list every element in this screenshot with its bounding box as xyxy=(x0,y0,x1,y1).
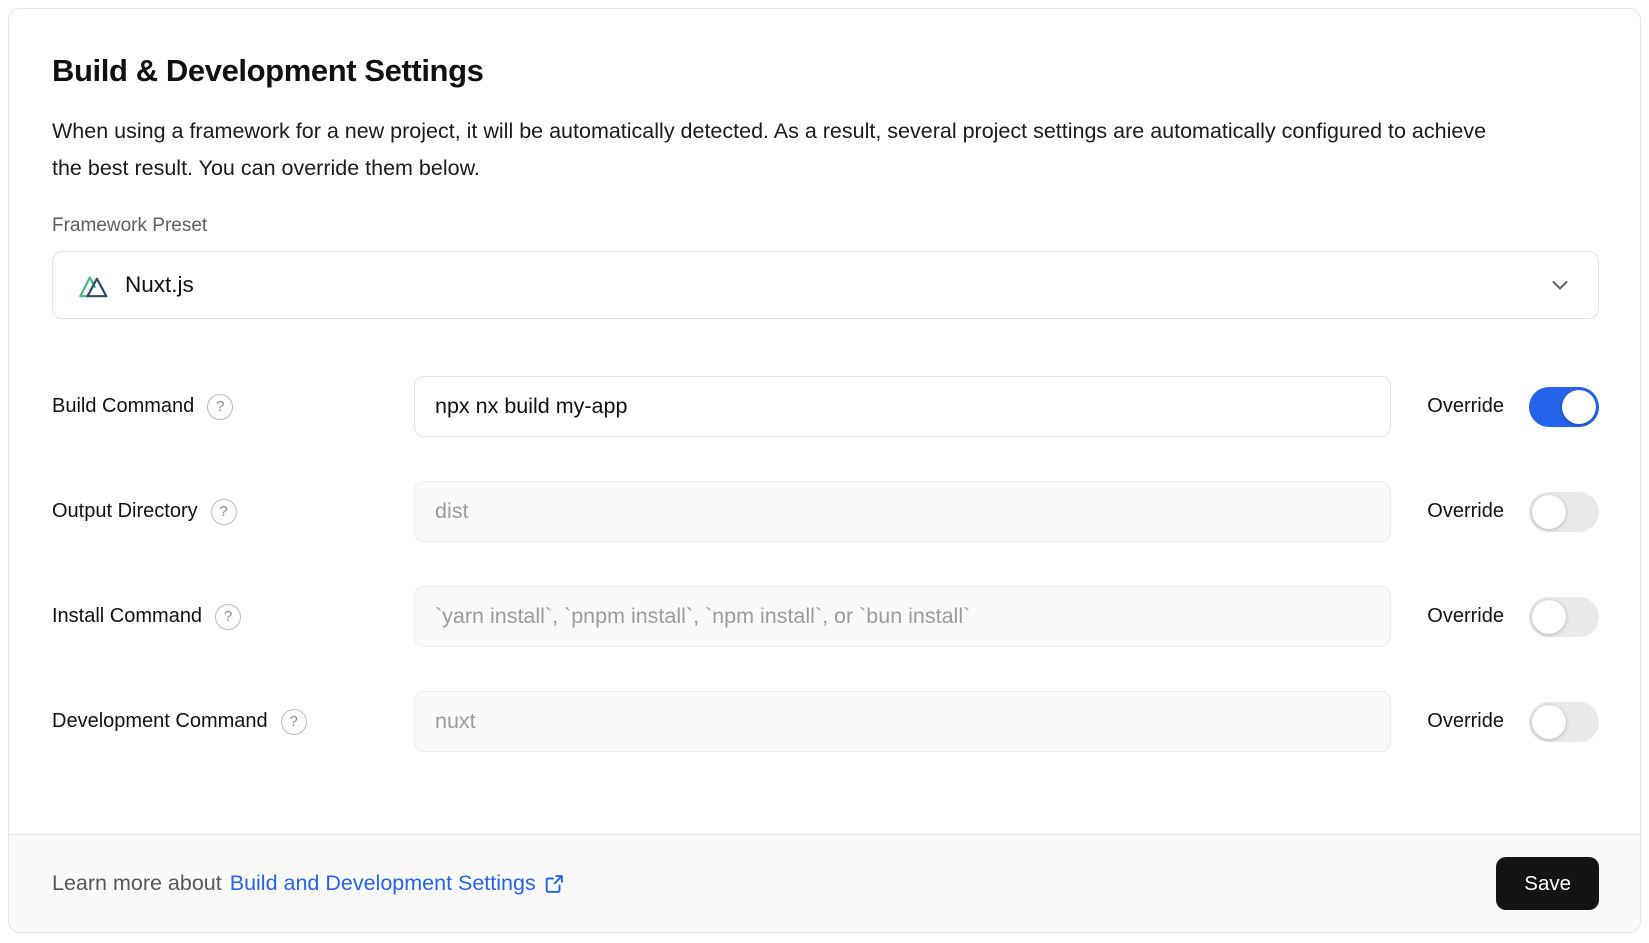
external-link-icon xyxy=(543,873,565,895)
toggle-knob xyxy=(1532,600,1566,634)
install-command-override-toggle[interactable] xyxy=(1529,597,1599,637)
output-directory-input xyxy=(414,481,1391,542)
question-mark-icon[interactable]: ? xyxy=(215,604,241,630)
install-command-label: Install Command ? xyxy=(52,604,414,630)
install-command-label-text: Install Command xyxy=(52,605,202,628)
build-command-override: Override xyxy=(1427,387,1599,427)
toggle-knob xyxy=(1532,705,1566,739)
override-label: Override xyxy=(1427,395,1504,418)
footer-text: Learn more about Build and Development S… xyxy=(52,871,565,896)
setting-row-development-command: Development Command ? Override xyxy=(52,691,1599,752)
override-label: Override xyxy=(1427,710,1504,733)
build-dev-settings-card: Build & Development Settings When using … xyxy=(8,8,1641,933)
toggle-knob xyxy=(1532,495,1566,529)
setting-row-output-directory: Output Directory ? Override xyxy=(52,481,1599,542)
build-command-label: Build Command ? xyxy=(52,394,414,420)
card-body: Build & Development Settings When using … xyxy=(9,9,1640,834)
build-command-input[interactable] xyxy=(414,376,1391,437)
build-command-label-text: Build Command xyxy=(52,395,194,418)
chevron-down-icon xyxy=(1548,273,1572,297)
output-directory-override-toggle[interactable] xyxy=(1529,492,1599,532)
settings-rows: Build Command ? Override Output Director… xyxy=(52,376,1599,752)
setting-row-install-command: Install Command ? Override xyxy=(52,586,1599,647)
nuxt-logo-icon xyxy=(79,272,110,299)
card-footer: Learn more about Build and Development S… xyxy=(9,834,1640,932)
page-title: Build & Development Settings xyxy=(52,53,1599,89)
toggle-knob xyxy=(1562,390,1596,424)
output-directory-label: Output Directory ? xyxy=(52,499,414,525)
save-button[interactable]: Save xyxy=(1496,857,1599,910)
install-command-input xyxy=(414,586,1391,647)
card-description: When using a framework for a new project… xyxy=(52,113,1502,187)
build-command-override-toggle[interactable] xyxy=(1529,387,1599,427)
output-directory-override: Override xyxy=(1427,492,1599,532)
override-label: Override xyxy=(1427,605,1504,628)
development-command-input xyxy=(414,691,1391,752)
question-mark-icon[interactable]: ? xyxy=(211,499,237,525)
footer-link-label: Build and Development Settings xyxy=(230,871,536,896)
framework-preset-value: Nuxt.js xyxy=(125,272,194,298)
framework-preset-label: Framework Preset xyxy=(52,215,1599,237)
development-command-override: Override xyxy=(1427,702,1599,742)
development-command-label: Development Command ? xyxy=(52,709,414,735)
development-command-label-text: Development Command xyxy=(52,710,268,733)
question-mark-icon[interactable]: ? xyxy=(281,709,307,735)
install-command-override: Override xyxy=(1427,597,1599,637)
framework-preset-select[interactable]: Nuxt.js xyxy=(52,251,1599,319)
question-mark-icon[interactable]: ? xyxy=(207,394,233,420)
override-label: Override xyxy=(1427,500,1504,523)
setting-row-build-command: Build Command ? Override xyxy=(52,376,1599,437)
development-command-override-toggle[interactable] xyxy=(1529,702,1599,742)
build-settings-docs-link[interactable]: Build and Development Settings xyxy=(230,871,565,896)
footer-text-prefix: Learn more about xyxy=(52,871,222,896)
output-directory-label-text: Output Directory xyxy=(52,500,198,523)
